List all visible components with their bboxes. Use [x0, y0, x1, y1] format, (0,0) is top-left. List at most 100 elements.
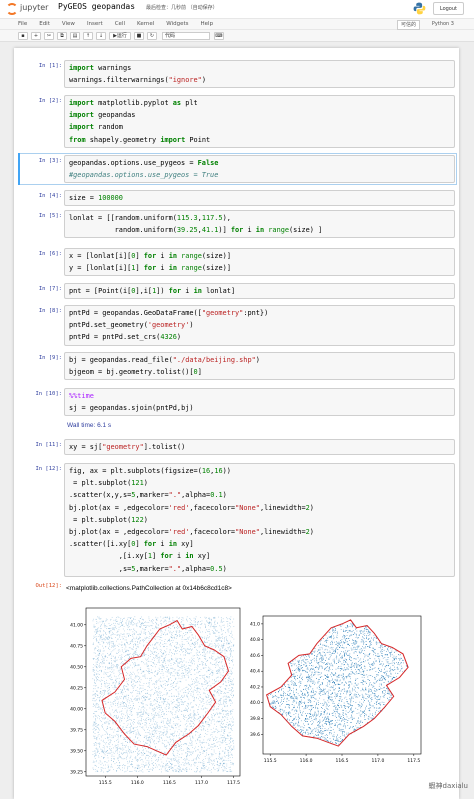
scatter-point	[186, 758, 188, 760]
scatter-point	[140, 624, 142, 625]
menu-cell[interactable]: Cell	[115, 20, 125, 29]
run-button[interactable]: ▶运行	[109, 32, 131, 40]
copy-button[interactable]: ⧉	[57, 32, 67, 40]
scatter-point	[104, 669, 106, 670]
restart-button[interactable]: ↻	[147, 32, 157, 40]
code-cell[interactable]: In [8]: pntPd = geopandas.GeoDataFrame(["…	[16, 305, 459, 346]
code-editor[interactable]: xy = sj["geometry"].tolist()	[64, 439, 455, 456]
scatter-point	[127, 719, 129, 721]
scatter-point	[155, 648, 157, 649]
scatter-point	[174, 769, 176, 770]
scatter-point	[170, 668, 172, 669]
scatter-point	[172, 668, 174, 670]
scatter-point	[175, 623, 177, 625]
scatter-point	[146, 712, 148, 714]
move-up-button[interactable]: ↑	[83, 32, 93, 40]
code-cell[interactable]: In [7]: pnt = [Point(i[0],i[1]) for i in …	[16, 283, 459, 300]
scatter-point	[139, 637, 141, 639]
code-cell[interactable]: In [3]: geopandas.options.use_pygeos = Fa…	[16, 153, 459, 186]
scatter-point	[166, 770, 167, 771]
code-editor[interactable]: geopandas.options.use_pygeos = False #geo…	[64, 155, 455, 184]
scatter-point	[206, 733, 208, 735]
menu-widgets[interactable]: Widgets	[166, 20, 188, 29]
menu-insert[interactable]: Insert	[87, 20, 103, 29]
scatter-point	[174, 620, 176, 622]
move-down-button[interactable]: ↓	[96, 32, 106, 40]
code-editor[interactable]: x = [lonlat[i][0] for i in range(size)] y…	[64, 248, 455, 277]
menu-view[interactable]: View	[62, 20, 75, 29]
insert-cell-button[interactable]: +	[31, 32, 41, 40]
code-editor[interactable]: import warnings warnings.filterwarnings("…	[64, 60, 455, 89]
scatter-point	[155, 700, 157, 701]
cut-button[interactable]: ✂	[44, 32, 54, 40]
code-editor[interactable]: bj = geopandas.read_file("./data/beijing…	[64, 352, 455, 381]
scatter-point	[151, 728, 153, 729]
paste-button[interactable]: ▤	[70, 32, 80, 40]
scatter-point	[100, 618, 102, 620]
scatter-point	[120, 668, 121, 670]
input-prompt: In [5]:	[38, 213, 62, 219]
save-button[interactable]: ▪	[18, 32, 28, 40]
scatter-point	[229, 731, 231, 733]
scatter-point	[179, 744, 181, 746]
interrupt-button[interactable]: ■	[134, 32, 144, 40]
scatter-point	[232, 694, 234, 696]
code-cell[interactable]: In [1]: import warnings warnings.filterwar…	[16, 60, 459, 89]
scatter-point	[156, 642, 158, 644]
notebook-name[interactable]: PyGEOS geopandas	[58, 2, 135, 11]
code-cell[interactable]: In [9]: bj = geopandas.read_file("./data/…	[16, 352, 459, 381]
scatter-point	[220, 762, 222, 764]
scatter-point	[196, 676, 197, 678]
scatter-point	[129, 731, 131, 733]
scatter-point	[199, 644, 201, 646]
code-cell[interactable]: In [10]: %%time sj = geopandas.sjoin(pntPd…	[16, 388, 459, 417]
code-editor[interactable]: import matplotlib.pyplot as plt import ge…	[64, 95, 455, 148]
scatter-point	[92, 725, 94, 727]
scatter-point	[139, 678, 140, 679]
scatter-point	[172, 739, 173, 740]
code-cell[interactable]: In [2]: import matplotlib.pyplot as plt im…	[16, 95, 459, 148]
code-editor[interactable]: pntPd = geopandas.GeoDataFrame(["geometr…	[64, 305, 455, 346]
command-palette-button[interactable]: ⌨	[214, 32, 224, 40]
code-cell[interactable]: In [6]: x = [lonlat[i][0] for i in range(…	[16, 248, 459, 277]
code-cell[interactable]: In [11]: xy = sj["geometry"].tolist()	[16, 439, 459, 456]
scatter-point	[115, 686, 117, 688]
scatter-point	[191, 678, 192, 680]
code-editor[interactable]: size = 100000	[64, 190, 455, 207]
scatter-point	[188, 624, 190, 625]
scatter-point	[192, 624, 194, 625]
jupyter-logo[interactable]: jupyter	[6, 3, 48, 15]
scatter-point	[191, 754, 192, 756]
code-editor[interactable]: pnt = [Point(i[0],i[1]) for i in lonlat]	[64, 283, 455, 300]
scatter-point	[186, 639, 188, 640]
code-cell[interactable]: In [5]: lonlat = [[random.uniform(115.3,1…	[16, 210, 459, 239]
cell-type-select[interactable]: 代码	[162, 32, 210, 40]
scatter-point	[218, 769, 220, 770]
scatter-point	[203, 688, 204, 690]
scatter-point	[152, 623, 154, 624]
menu-kernel[interactable]: Kernel	[137, 20, 154, 29]
trusted-indicator[interactable]: 可信的	[396, 20, 420, 30]
code-editor[interactable]: %%time sj = geopandas.sjoin(pntPd,bj)	[64, 388, 455, 417]
scatter-point	[212, 650, 214, 652]
scatter-point	[215, 670, 217, 672]
code-editor[interactable]: fig, ax = plt.subplots(figsize=(16,16)) …	[64, 463, 455, 577]
scatter-point	[145, 713, 147, 715]
scatter-point	[100, 769, 102, 770]
scatter-point	[148, 761, 150, 763]
menu-edit[interactable]: Edit	[39, 20, 50, 29]
code-cell[interactable]: In [4]: size = 100000	[16, 190, 459, 207]
code-editor[interactable]: lonlat = [[random.uniform(115.3,117.5), …	[64, 210, 455, 239]
plus-icon: +	[33, 33, 39, 39]
scatter-point	[211, 687, 212, 688]
scatter-point	[105, 703, 107, 705]
scatter-point	[162, 756, 164, 758]
menu-help[interactable]: Help	[201, 20, 214, 29]
scatter-point	[138, 646, 139, 648]
scatter-point	[194, 748, 195, 750]
menu-file[interactable]: File	[18, 20, 27, 29]
logout-button[interactable]: Logout	[432, 2, 464, 15]
scatter-point	[122, 742, 124, 744]
code-cell[interactable]: In [12]: fig, ax = plt.subplots(figsize=(…	[16, 463, 459, 577]
scatter-point	[210, 673, 211, 675]
